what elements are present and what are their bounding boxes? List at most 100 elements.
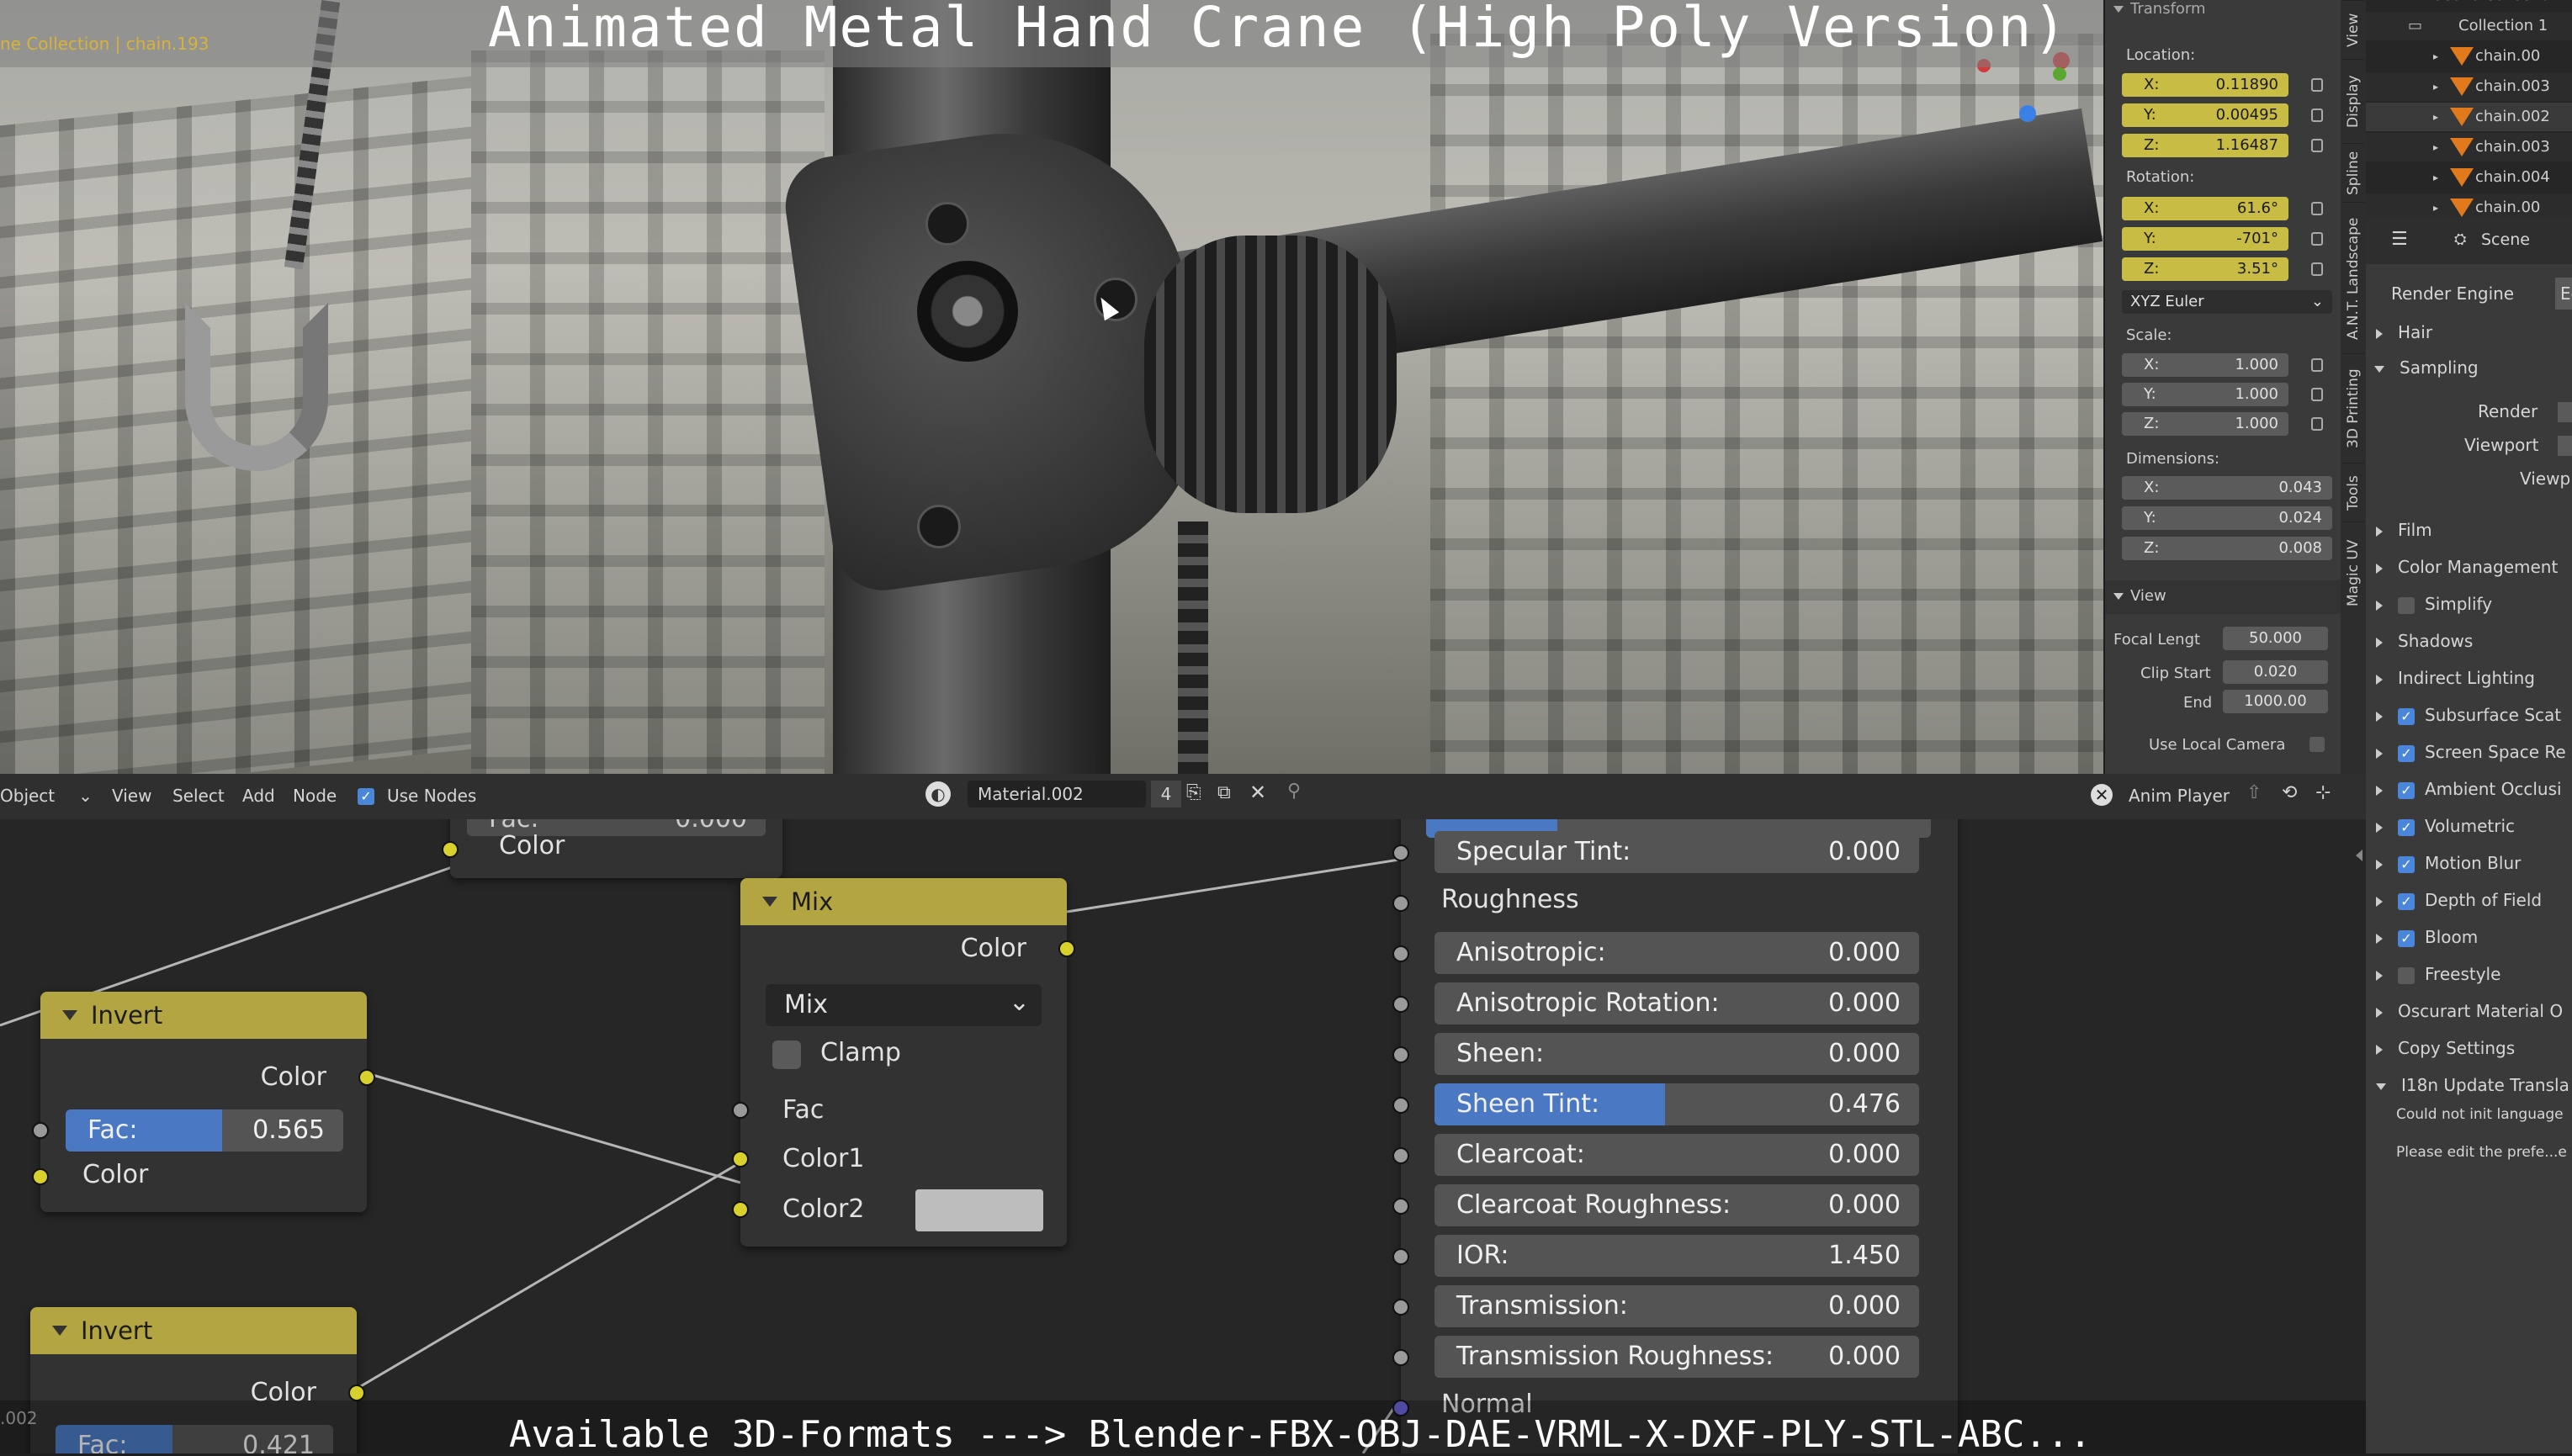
sidebar-tab-magic-uv[interactable]: Magic UV: [2342, 522, 2364, 623]
panel-bloom[interactable]: Bloom: [2366, 921, 2572, 953]
panel-freestyle[interactable]: Freestyle: [2366, 958, 2572, 990]
anim-player-button[interactable]: Anim Player: [2129, 786, 2230, 806]
panel-enable-checkbox[interactable]: [2398, 781, 2415, 799]
invert-1-fac-slider[interactable]: Fac: 0.565: [66, 1109, 343, 1152]
panel-hair[interactable]: Hair: [2366, 316, 2572, 348]
unlink-icon[interactable]: ✕: [1249, 781, 1266, 804]
panel-screen-space-re[interactable]: Screen Space Re: [2366, 736, 2572, 768]
outliner-object-row[interactable]: ▸ chain.002: [2366, 103, 2572, 131]
scale-y-field[interactable]: Y: 1.000: [2122, 383, 2288, 406]
fake-user-icon[interactable]: ⎘: [1186, 782, 1201, 803]
bsdf-input-socket[interactable]: [1392, 1046, 1409, 1063]
panel-oscurart-material-o[interactable]: Oscurart Material O: [2366, 995, 2572, 1027]
sidebar-tab-display[interactable]: Display: [2342, 59, 2364, 144]
menu-add[interactable]: Add: [242, 786, 275, 806]
lock-icon[interactable]: [2311, 202, 2323, 215]
mode-select[interactable]: Object ⌄: [0, 786, 93, 806]
mix-node-header[interactable]: Mix: [740, 878, 1067, 925]
menu-view[interactable]: View: [112, 786, 151, 806]
panel-subsurface-scat[interactable]: Subsurface Scat: [2366, 699, 2572, 731]
gizmo-y-icon[interactable]: [2053, 67, 2066, 81]
panel-volumetric[interactable]: Volumetric: [2366, 810, 2572, 842]
lock-icon[interactable]: [2311, 262, 2323, 276]
lock-icon[interactable]: [2311, 358, 2323, 372]
bsdf-input-socket[interactable]: [1392, 1248, 1409, 1265]
invert-2-header[interactable]: Invert: [30, 1307, 357, 1354]
lock-icon[interactable]: [2311, 139, 2323, 152]
material-users-count[interactable]: 4: [1151, 781, 1181, 807]
outliner-object-row[interactable]: ▸ chain.003: [2366, 72, 2572, 101]
panel-enable-checkbox[interactable]: [2398, 855, 2415, 873]
rotation-mode-select[interactable]: XYZ Euler ⌄: [2122, 290, 2332, 314]
snap-element-icon[interactable]: ⊹: [2315, 782, 2331, 803]
invert-2-out-color-socket[interactable]: [348, 1385, 365, 1401]
invert-1-fac-socket[interactable]: [32, 1122, 49, 1139]
scale-z-field[interactable]: Z: 1.000: [2122, 412, 2288, 436]
render-samples-field[interactable]: [2558, 402, 2572, 422]
menu-select[interactable]: Select: [172, 786, 225, 806]
rotation-z-field[interactable]: Z: 3.51°: [2122, 257, 2288, 281]
panel-enable-checkbox[interactable]: [2398, 744, 2415, 762]
panel-enable-checkbox[interactable]: [2398, 818, 2415, 836]
bsdf-input-socket[interactable]: [1392, 1097, 1409, 1114]
bsdf-transmission-roughness-slider[interactable]: Transmission Roughness: 0.000: [1434, 1336, 1919, 1378]
node-invert-1[interactable]: Invert Color Fac: 0.565 Color: [32, 992, 375, 1212]
node-mix[interactable]: Mix Color Mix ⌄ Clamp Fac Color1 Color2: [732, 878, 1075, 1247]
panel-motion-blur[interactable]: Motion Blur: [2366, 847, 2572, 879]
expand-arrow-icon[interactable]: ▸: [2433, 111, 2438, 123]
dimensions-z-field[interactable]: Z: 0.008: [2122, 537, 2332, 560]
bsdf-input-socket[interactable]: [1392, 1299, 1409, 1316]
mix-out-color-socket[interactable]: [1058, 940, 1075, 957]
sidebar-tab-spline[interactable]: Spline: [2342, 143, 2364, 203]
focal-length-field[interactable]: 50.000: [2223, 627, 2328, 650]
panel-color-management[interactable]: Color Management: [2366, 551, 2572, 583]
expand-arrow-icon[interactable]: ▸: [2433, 172, 2438, 183]
bsdf-anisotropic-slider[interactable]: Anisotropic: 0.000: [1434, 932, 1919, 974]
outliner-object-row[interactable]: ▸ chain.004: [2366, 163, 2572, 192]
mix-color2-socket[interactable]: [732, 1201, 749, 1218]
clamp-checkbox[interactable]: [772, 1040, 801, 1069]
snap-icon[interactable]: ⟲: [2282, 782, 2297, 803]
panel-shadows[interactable]: Shadows: [2366, 625, 2572, 657]
bsdf-input-socket[interactable]: [1392, 1147, 1409, 1164]
sidebar-tab-a-n-t-landscape[interactable]: A.N.T. Landscape: [2342, 202, 2364, 354]
location-z-field[interactable]: Z: 1.16487: [2122, 134, 2288, 157]
lock-icon[interactable]: [2311, 78, 2323, 92]
panel-sampling[interactable]: Sampling: [2366, 352, 2572, 384]
dimensions-y-field[interactable]: Y: 0.024: [2122, 506, 2332, 530]
panel-enable-checkbox[interactable]: [2398, 707, 2415, 725]
bsdf-clearcoat-slider[interactable]: Clearcoat: 0.000: [1434, 1134, 1919, 1176]
bsdf-anisotropic-rotation-slider[interactable]: Anisotropic Rotation: 0.000: [1434, 982, 1919, 1024]
viewport-samples-field[interactable]: [2558, 436, 2572, 456]
bsdf-input-socket[interactable]: [1392, 996, 1409, 1013]
new-material-icon[interactable]: ⧉: [1217, 782, 1231, 803]
bsdf-transmission-slider[interactable]: Transmission: 0.000: [1434, 1285, 1919, 1327]
panel-depth-of-field[interactable]: Depth of Field: [2366, 884, 2572, 916]
dimensions-x-field[interactable]: X: 0.043: [2122, 476, 2332, 500]
panel-enable-checkbox[interactable]: [2398, 892, 2415, 910]
pin-icon[interactable]: ⚲: [1287, 781, 1301, 802]
3d-viewport[interactable]: Animated Metal Hand Crane (High Poly Ver…: [0, 0, 2103, 774]
parent-node-icon[interactable]: ⇧: [2246, 782, 2262, 803]
menu-node[interactable]: Node: [293, 786, 337, 806]
panel-film[interactable]: Film: [2366, 514, 2572, 546]
panel-simplify[interactable]: Simplify: [2366, 588, 2572, 620]
outliner-object-row[interactable]: ▸ chain.00: [2366, 42, 2572, 71]
gizmo-z-icon[interactable]: [2019, 105, 2036, 122]
expand-arrow-icon[interactable]: ▸: [2433, 141, 2438, 153]
view-panel-header[interactable]: View: [2105, 580, 2341, 614]
panel-copy-settings[interactable]: Copy Settings: [2366, 1032, 2572, 1064]
outliner-collection-row[interactable]: ▭ Collection 1: [2366, 12, 2572, 40]
expand-arrow-icon[interactable]: ▸: [2433, 202, 2438, 214]
use-local-camera-checkbox[interactable]: [2309, 737, 2325, 752]
bsdf-sheen-tint-slider[interactable]: Sheen Tint: 0.476: [1434, 1083, 1919, 1125]
sidebar-tab-view[interactable]: View: [2342, 0, 2364, 60]
material-browse-icon[interactable]: ◐: [925, 781, 951, 807]
bsdf-clearcoat-roughness-slider[interactable]: Clearcoat Roughness: 0.000: [1434, 1184, 1919, 1226]
render-engine-select[interactable]: Ee: [2555, 278, 2572, 310]
panel-enable-checkbox[interactable]: [2398, 966, 2415, 984]
anim-player-close-icon[interactable]: ✕: [2091, 784, 2113, 806]
panel-indirect-lighting[interactable]: Indirect Lighting: [2366, 662, 2572, 694]
render-properties-icon[interactable]: ☰: [2391, 229, 2408, 250]
bsdf-sheen-slider[interactable]: Sheen: 0.000: [1434, 1033, 1919, 1075]
